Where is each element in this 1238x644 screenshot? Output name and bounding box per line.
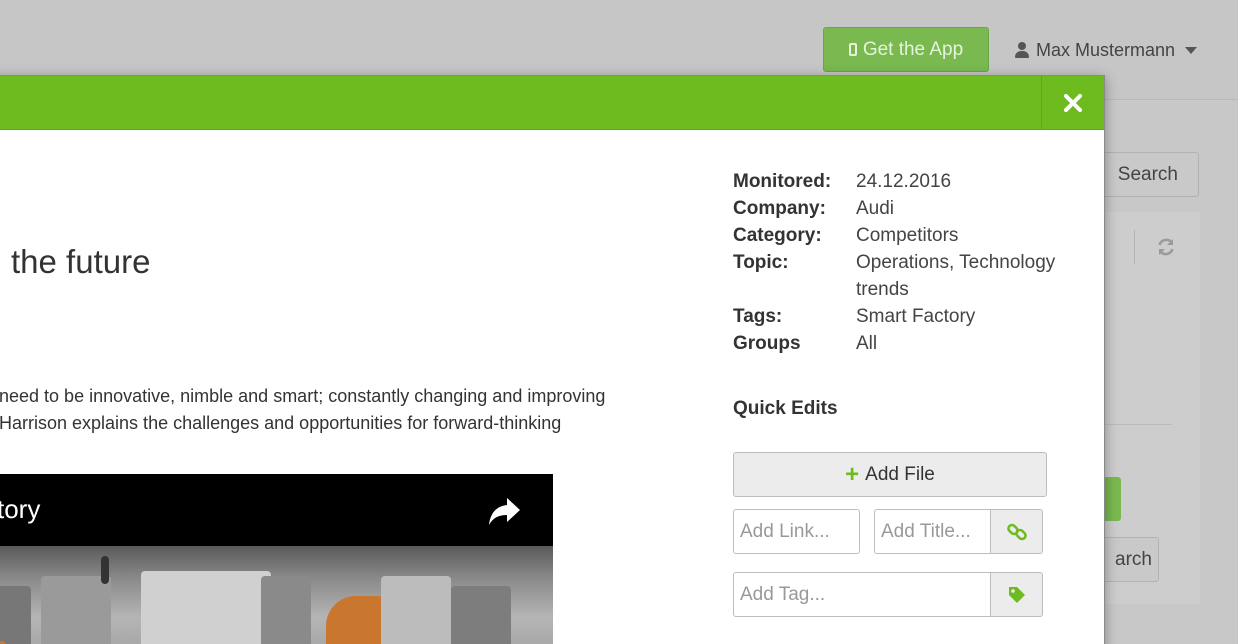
user-menu[interactable]: Max Mustermann [1014, 38, 1198, 62]
meta-row-monitored: Monitored: 24.12.2016 [733, 168, 1073, 195]
background-search-label-2: arch [1115, 548, 1152, 570]
thumbnail-pole [101, 556, 109, 584]
background-divider [1134, 230, 1135, 264]
background-divider-horizontal [1104, 424, 1172, 425]
add-title-input[interactable] [874, 509, 992, 554]
video-title: ctory [0, 494, 41, 524]
user-name: Max Mustermann [1036, 39, 1176, 60]
get-the-app-button[interactable]: Get the App [823, 27, 989, 72]
close-button[interactable] [1041, 76, 1104, 130]
thumbnail-car-body [381, 576, 451, 644]
close-icon [1064, 94, 1082, 112]
meta-value: All [856, 333, 878, 354]
video-title-bar: ctory [0, 474, 553, 546]
meta-value: Audi [856, 198, 895, 219]
video-thumbnail [0, 546, 553, 644]
user-icon [1014, 42, 1030, 58]
thumbnail-robot [0, 586, 31, 644]
meta-label: Company: [733, 198, 826, 219]
modal-header [0, 76, 1104, 130]
article-title: the future [11, 243, 151, 280]
phone-icon [848, 43, 857, 56]
link-icon [1006, 523, 1027, 540]
embedded-video[interactable]: ctory [0, 474, 553, 644]
plus-icon: + [845, 460, 860, 488]
share-icon[interactable] [487, 496, 521, 526]
article-summary: need to be innovative, nimble and smart;… [0, 383, 679, 437]
meta-value: Smart Factory [856, 306, 976, 327]
article-text-line: need to be innovative, nimble and smart;… [0, 386, 606, 406]
add-file-label: Add File [865, 463, 935, 485]
add-link-input[interactable] [733, 509, 860, 554]
tag-icon [1008, 586, 1025, 603]
article-modal: the future need to be innovative, nimble… [0, 75, 1105, 644]
add-tag-input[interactable] [733, 572, 992, 617]
quick-edits-heading: Quick Edits [733, 398, 838, 419]
caret-down-icon [1185, 46, 1198, 54]
article-text-line: Harrison explains the challenges and opp… [0, 413, 562, 433]
meta-label: Tags: [733, 306, 783, 327]
add-link-button[interactable] [990, 509, 1043, 554]
add-file-button[interactable]: + Add File [733, 452, 1047, 497]
meta-label: Groups [733, 333, 801, 354]
meta-value: 24.12.2016 [856, 171, 952, 192]
thumbnail-car-body [141, 571, 271, 644]
get-the-app-label: Get the App [862, 38, 964, 60]
thumbnail-robot [261, 576, 311, 644]
meta-value: Operations, Technology trends [856, 252, 1056, 300]
meta-row-tags: Tags: Smart Factory [733, 303, 1073, 330]
background-search-label: Search [1117, 163, 1178, 185]
meta-label: Monitored: [733, 171, 832, 192]
meta-row-groups: Groups All [733, 330, 1073, 357]
add-tag-button[interactable] [990, 572, 1043, 617]
meta-row-company: Company: Audi [733, 195, 1073, 222]
thumbnail-car-body [41, 576, 111, 644]
refresh-icon [1156, 237, 1176, 257]
thumbnail-robot [451, 586, 511, 644]
meta-label: Topic: [733, 252, 789, 273]
article-metadata: Monitored: 24.12.2016 Company: Audi Cate… [733, 168, 1073, 357]
meta-value: Competitors [856, 225, 959, 246]
meta-row-topic: Topic: Operations, Technology trends [733, 249, 1073, 303]
meta-row-category: Category: Competitors [733, 222, 1073, 249]
meta-label: Category: [733, 225, 822, 246]
